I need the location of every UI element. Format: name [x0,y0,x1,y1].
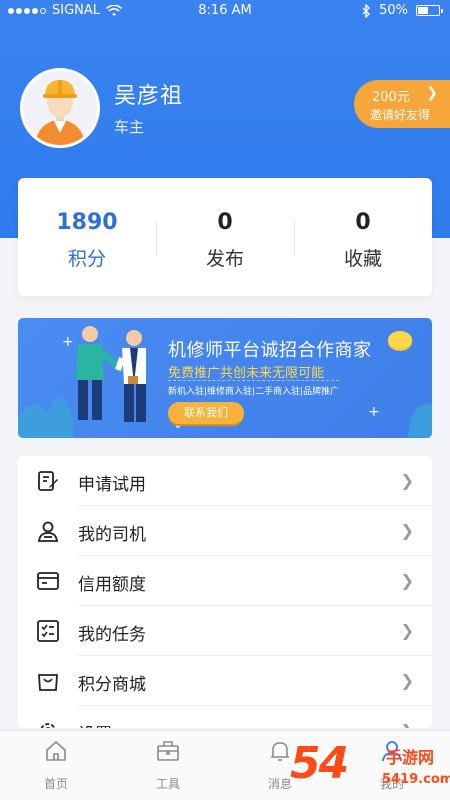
stat-points[interactable]: 1890 积分 [18,178,156,296]
card-icon [37,572,59,590]
watermark-url: 5419.com [382,772,450,787]
stat-value: 0 [355,210,371,235]
stat-value: 1890 [56,210,118,235]
banner-subtitle: 免费推广共创未来无限可能 [168,366,325,381]
home-icon [46,740,66,761]
banner-tags: 新机入驻|维修商入驻|二手商入驻|品牌推广 [168,380,340,397]
status-bar: SIGNAL 8:16 AM 50% [0,0,450,22]
user-name: 吴彦祖 [114,84,184,109]
chevron-right-icon: ❯ [400,471,414,490]
chevron-right-icon: ❯ [401,721,414,728]
banner-title: 机修师平台诚招合作商家 [168,340,372,361]
menu-item-credit-limit[interactable]: 信用额度 ❯ [18,556,432,606]
edit-icon [38,471,58,491]
menu-item-my-tasks[interactable]: 我的任务 ❯ [18,606,432,656]
shopping-bag-icon [38,674,58,691]
stat-label: 积分 [67,248,106,270]
bluetooth-icon [362,3,371,18]
svg-text:+: + [62,334,74,350]
menu-list: 申请试用 ❯ 我的司机 ❯ 信用额度 ❯ 我的任务 ❯ 积分商城 ❯ 设置 ❯ [18,456,432,728]
stat-favorites[interactable]: 0 收藏 [294,178,432,296]
menu-label: 申请试用 [78,475,146,495]
svg-text:+: + [368,404,380,420]
menu-label: 信用额度 [78,575,146,595]
menu-item-my-drivers[interactable]: 我的司机 ❯ [18,506,432,556]
watermark-text: 手游网 [386,748,435,767]
stat-label: 发布 [205,248,244,270]
driver-icon [37,521,59,542]
invite-reward-amount: 200元 [372,90,410,105]
invite-label: 邀请好友得 [370,108,431,122]
menu-label: 我的任务 [78,625,146,645]
stat-published[interactable]: 0 发布 [156,178,294,296]
menu-label: 我的司机 [78,525,146,545]
battery-percentage: 50% [379,3,408,18]
menu-item-points-mall[interactable]: 积分商城 ❯ [18,656,432,706]
menu-item-apply-trial[interactable]: 申请试用 ❯ [18,456,432,506]
user-role: 车主 [114,118,145,136]
tab-label: 工具 [155,777,180,791]
chevron-right-icon: ❯ [400,521,414,540]
stat-label: 收藏 [343,248,382,270]
checklist-icon [37,620,59,642]
tab-home[interactable]: 首页 [0,731,112,800]
watermark-number: 54 [290,738,349,789]
stats-card: 1890 积分 0 发布 0 收藏 [18,178,432,296]
invite-friends-button[interactable]: 200元 ❯ 邀请好友得 [354,80,450,128]
avatar[interactable] [20,68,100,148]
site-watermark: 54 手游网 5419.com [290,738,450,796]
contact-us-button[interactable]: 联系我们 [168,402,244,424]
menu-label: 积分商城 [78,675,146,695]
tab-label: 首页 [43,777,68,791]
bell-icon [271,742,289,761]
tab-tools[interactable]: 工具 [112,731,224,800]
gear-icon [40,723,56,728]
worker-avatar-icon [35,80,85,145]
stat-value: 0 [217,210,233,235]
menu-label: 设置 [78,720,112,728]
chevron-right-icon: ❯ [400,621,414,640]
menu-item-settings[interactable]: 设置 ❯ [18,706,432,728]
merchant-recruitment-banner[interactable]: + + 机修师平台诚招合作商家 免费推广共创未来无限可能 新机入驻|维修商入驻|… [18,318,432,438]
chevron-right-icon: ❯ [400,571,414,590]
chevron-right-icon: ❯ [400,671,414,690]
battery-icon [416,5,443,16]
chevron-right-icon: ❯ [426,85,438,101]
toolbox-icon [157,741,179,761]
